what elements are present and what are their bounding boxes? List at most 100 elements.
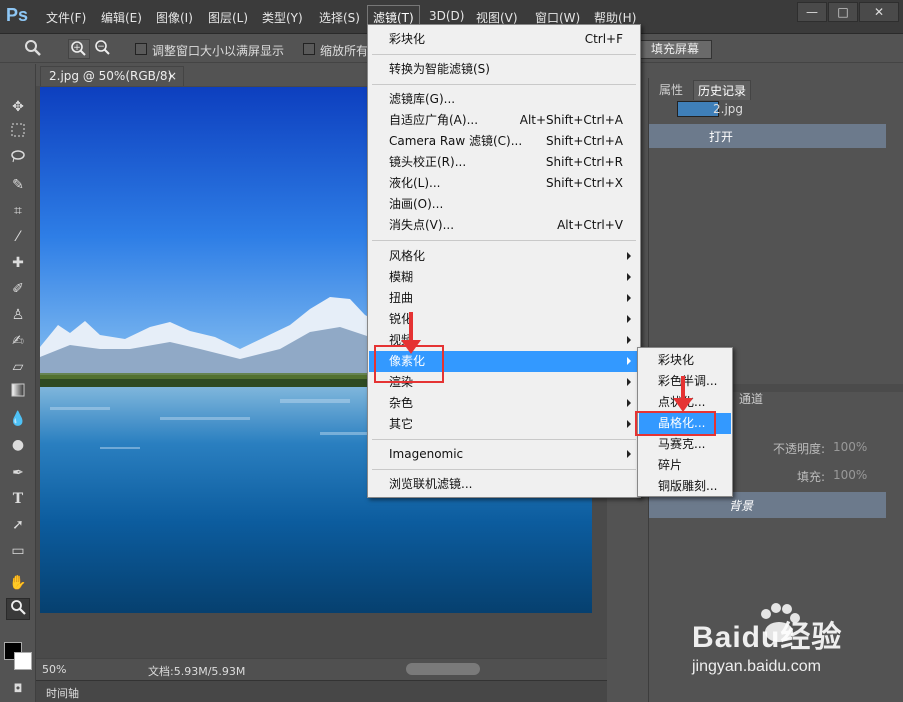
menu-item-imagenomic[interactable]: Imagenomic bbox=[369, 444, 639, 465]
history-snapshot-row[interactable]: 2.jpg bbox=[649, 98, 903, 122]
submenu-arrow-icon bbox=[627, 273, 631, 281]
menu-item-other[interactable]: 其它 bbox=[369, 414, 639, 435]
hand-tool-icon[interactable]: ✋ bbox=[6, 572, 30, 594]
healing-brush-tool-icon[interactable]: ✚ bbox=[6, 252, 30, 274]
submenu-item-mezzotint[interactable]: 铜版雕刻... bbox=[639, 476, 731, 497]
submenu-arrow-icon bbox=[627, 315, 631, 323]
eyedropper-tool-icon[interactable]: ⁄ bbox=[6, 226, 30, 248]
dodge-tool-icon[interactable]: ● bbox=[6, 434, 30, 456]
tab-properties[interactable]: 属性 bbox=[655, 80, 687, 99]
menu-type[interactable]: 类型(Y) bbox=[262, 9, 303, 26]
watermark-brand: Baidu经验 bbox=[692, 621, 843, 654]
rectangle-tool-icon[interactable]: ▭ bbox=[6, 540, 30, 562]
timeline-panel-tab[interactable]: 时间轴 bbox=[36, 680, 607, 702]
zoom-level[interactable]: 50% bbox=[42, 663, 66, 676]
document-title: 2.jpg @ 50%(RGB/8) bbox=[49, 69, 173, 83]
close-document-icon[interactable]: × bbox=[167, 69, 177, 83]
menu-item-camera-raw[interactable]: Camera Raw 滤镜(C)... Shift+Ctrl+A bbox=[369, 131, 639, 152]
submenu-arrow-icon bbox=[627, 420, 631, 428]
red-arrow-icon bbox=[401, 312, 421, 354]
menu-item-adaptive-wide-angle[interactable]: 自适应广角(A)... Alt+Shift+Ctrl+A bbox=[369, 110, 639, 131]
menu-select[interactable]: 选择(S) bbox=[319, 9, 360, 26]
zoom-out-button[interactable]: − bbox=[92, 39, 114, 59]
menu-item-distort[interactable]: 扭曲 bbox=[369, 288, 639, 309]
type-tool-icon[interactable]: T bbox=[6, 488, 30, 510]
zoom-tool-preset-icon[interactable] bbox=[22, 39, 44, 59]
submenu-arrow-icon bbox=[627, 336, 631, 344]
opacity-value[interactable]: 100% bbox=[833, 440, 867, 454]
lasso-tool-icon[interactable] bbox=[6, 148, 30, 170]
submenu-arrow-icon bbox=[627, 357, 631, 365]
submenu-arrow-icon bbox=[627, 399, 631, 407]
gradient-tool-icon[interactable] bbox=[6, 382, 30, 404]
menu-image[interactable]: 图像(I) bbox=[156, 9, 193, 26]
zoom-all-label: 缩放所有 bbox=[320, 44, 369, 58]
menu-item-browse-filters-online[interactable]: 浏览联机滤镜... bbox=[369, 474, 639, 495]
history-brush-tool-icon[interactable]: ✍ bbox=[6, 330, 30, 352]
submenu-arrow-icon bbox=[627, 294, 631, 302]
eraser-tool-icon[interactable]: ▱ bbox=[6, 356, 30, 378]
history-step-row[interactable]: 打开 bbox=[649, 124, 886, 148]
submenu-arrow-icon bbox=[627, 450, 631, 458]
tab-history[interactable]: 历史记录 bbox=[693, 80, 752, 100]
restore-button[interactable]: □ bbox=[828, 2, 858, 22]
submenu-arrow-icon bbox=[627, 378, 631, 386]
background-color-swatch[interactable] bbox=[14, 652, 32, 670]
menu-item-stylize[interactable]: 风格化 bbox=[369, 246, 639, 267]
submenu-arrow-icon bbox=[627, 252, 631, 260]
snapshot-name: 2.jpg bbox=[713, 102, 744, 116]
fill-value[interactable]: 100% bbox=[833, 468, 867, 482]
tools-panel: ✥ ✎ ⌗ ⁄ ✚ ✐ ♙ ✍ ▱ 💧 ● ✒ T ➚ ▭ ✋ ◘ bbox=[0, 64, 36, 702]
opacity-label: 不透明度: bbox=[773, 442, 826, 456]
submenu-item-mosaic[interactable]: 马赛克... bbox=[639, 434, 731, 455]
resize-windows-checkbox[interactable] bbox=[135, 43, 147, 55]
menu-edit[interactable]: 编辑(E) bbox=[101, 9, 142, 26]
red-arrow-icon bbox=[673, 376, 693, 412]
baidu-watermark: Baidu经验 jingyan.baidu.com bbox=[692, 600, 892, 680]
pen-tool-icon[interactable]: ✒ bbox=[6, 462, 30, 484]
submenu-item-fragment[interactable]: 碎片 bbox=[639, 455, 731, 476]
zoom-all-checkbox[interactable] bbox=[303, 43, 315, 55]
menu-item-last-filter[interactable]: 彩块化 Ctrl+F bbox=[369, 29, 639, 50]
horizontal-scrollbar-thumb[interactable] bbox=[406, 663, 480, 675]
resize-windows-label: 调整窗口大小以满屏显示 bbox=[152, 44, 285, 58]
tab-channels-partial[interactable]: 通道 bbox=[739, 390, 763, 407]
brush-tool-icon[interactable]: ✐ bbox=[6, 278, 30, 300]
submenu-item-facet[interactable]: 彩块化 bbox=[639, 350, 731, 371]
menu-item-oil-paint[interactable]: 油画(O)... bbox=[369, 194, 639, 215]
crop-tool-icon[interactable]: ⌗ bbox=[6, 200, 30, 222]
zoom-out-icon: − bbox=[97, 42, 105, 52]
close-window-button[interactable]: ✕ bbox=[859, 2, 899, 22]
clone-stamp-tool-icon[interactable]: ♙ bbox=[6, 304, 30, 326]
menu-item-blur[interactable]: 模糊 bbox=[369, 267, 639, 288]
blur-tool-icon[interactable]: 💧 bbox=[6, 408, 30, 430]
menu-file[interactable]: 文件(F) bbox=[46, 9, 86, 26]
menu-item-filter-gallery[interactable]: 滤镜库(G)... bbox=[369, 89, 639, 110]
status-bar: 50% 文档:5.93M/5.93M bbox=[36, 658, 607, 680]
zoom-in-icon: + bbox=[73, 43, 81, 53]
quick-selection-tool-icon[interactable]: ✎ bbox=[6, 174, 30, 196]
menu-item-convert-smart-filter[interactable]: 转换为智能滤镜(S) bbox=[369, 59, 639, 80]
zoom-in-button[interactable]: + bbox=[68, 39, 90, 59]
marquee-tool-icon[interactable] bbox=[6, 122, 30, 144]
document-tab[interactable]: 2.jpg @ 50%(RGB/8) × bbox=[40, 66, 184, 86]
fill-screen-button[interactable]: 填充屏幕 bbox=[638, 40, 712, 59]
menu-item-lens-correction[interactable]: 镜头校正(R)... Shift+Ctrl+R bbox=[369, 152, 639, 173]
history-step-label: 打开 bbox=[709, 130, 734, 144]
photoshop-logo: Ps bbox=[6, 5, 29, 25]
fill-label: 填充: bbox=[797, 470, 826, 484]
filter-dropdown-menu: 彩块化 Ctrl+F 转换为智能滤镜(S) 滤镜库(G)... 自适应广角(A).… bbox=[367, 24, 641, 498]
menu-item-vanishing-point[interactable]: 消失点(V)... Alt+Ctrl+V bbox=[369, 215, 639, 236]
menu-layer[interactable]: 图层(L) bbox=[208, 9, 248, 26]
menu-3d[interactable]: 3D(D) bbox=[429, 9, 464, 23]
minimize-button[interactable]: — bbox=[797, 2, 827, 22]
document-info[interactable]: 文档:5.93M/5.93M bbox=[148, 663, 245, 679]
quick-mask-icon[interactable]: ◘ bbox=[6, 678, 30, 700]
menu-item-noise[interactable]: 杂色 bbox=[369, 393, 639, 414]
highlight-box-crystallize bbox=[635, 411, 716, 436]
watermark-url: jingyan.baidu.com bbox=[692, 658, 821, 675]
zoom-tool-icon[interactable] bbox=[6, 598, 30, 620]
move-tool-icon[interactable]: ✥ bbox=[6, 96, 30, 118]
path-selection-tool-icon[interactable]: ➚ bbox=[6, 514, 30, 536]
menu-item-liquify[interactable]: 液化(L)... Shift+Ctrl+X bbox=[369, 173, 639, 194]
